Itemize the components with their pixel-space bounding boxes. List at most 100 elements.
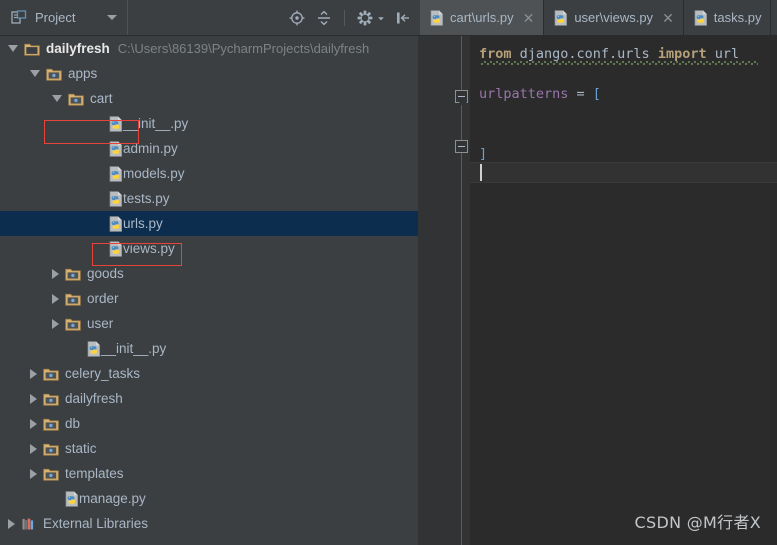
tree-row-label: tests.py — [123, 190, 170, 206]
current-line-highlight — [470, 162, 777, 183]
project-path-label: C:\Users\86139\PycharmProjects\dailyfres… — [117, 41, 370, 56]
project-panel-label: Project — [35, 10, 76, 25]
folder-module-icon — [43, 443, 59, 456]
python-file-icon — [430, 9, 443, 26]
tree-row[interactable]: __init__.py — [0, 111, 420, 136]
chevron-down-icon[interactable] — [8, 45, 18, 52]
python-file-icon — [109, 165, 122, 182]
fold-marker-end-icon[interactable] — [455, 140, 468, 153]
project-window-icon — [10, 9, 28, 27]
tree-row[interactable]: celery_tasks — [0, 361, 420, 386]
editor-tab[interactable]: cart\urls.py ✕ — [420, 0, 545, 35]
chevron-down-icon[interactable] — [107, 15, 117, 20]
tree-row-label: manage.py — [79, 490, 146, 506]
code-line: ] — [479, 144, 487, 164]
chevron-right-icon[interactable] — [30, 443, 37, 454]
tree-row-label: static — [65, 440, 97, 456]
tree-row[interactable]: models.py — [0, 161, 420, 186]
editor-tab-label: cart\urls.py — [450, 10, 514, 25]
project-tree[interactable]: dailyfresh C:\Users\86139\PycharmProjects… — [0, 36, 420, 545]
project-panel-header[interactable]: Project — [0, 0, 128, 35]
tree-row[interactable]: __init__.py — [0, 336, 420, 361]
inspection-warning-underline — [480, 61, 758, 65]
folder-module-icon — [43, 368, 59, 381]
python-file-icon — [109, 240, 122, 257]
tree-row[interactable]: tests.py — [0, 186, 420, 211]
tree-row-label: apps — [68, 65, 98, 81]
editor-gutter[interactable] — [420, 36, 470, 545]
folder-module-icon — [43, 468, 59, 481]
chevron-right-icon[interactable] — [30, 368, 37, 379]
python-file-icon — [109, 140, 122, 157]
tree-row-label: cart — [90, 90, 113, 106]
close-icon[interactable]: ✕ — [523, 11, 535, 25]
tree-row-label: dailyfresh — [65, 390, 123, 406]
tree-row[interactable]: db — [0, 411, 420, 436]
tree-row-label: templates — [65, 465, 124, 481]
tree-row-label: External Libraries — [43, 515, 149, 531]
chevron-right-icon[interactable] — [52, 293, 59, 304]
project-panel-toolbar: Project — [0, 0, 420, 36]
locate-file-icon[interactable] — [288, 9, 306, 27]
tree-row-label: urls.py — [123, 215, 163, 231]
tree-row-label: user — [87, 315, 114, 331]
python-file-icon — [109, 215, 122, 232]
code-token: = — [568, 86, 593, 102]
folder-module-icon — [43, 418, 59, 431]
collapse-all-icon[interactable] — [315, 9, 333, 27]
chevron-down-icon[interactable] — [52, 95, 62, 102]
gear-dropdown-chevron-icon[interactable] — [377, 9, 385, 27]
code-token: ] — [479, 146, 488, 162]
settings-gear-icon[interactable] — [356, 9, 374, 27]
chevron-right-icon[interactable] — [30, 418, 37, 429]
python-file-icon — [109, 115, 122, 132]
tree-row[interactable]: dailyfresh C:\Users\86139\PycharmProjects… — [0, 36, 420, 61]
code-token: [ — [592, 86, 601, 102]
tree-row[interactable]: apps — [0, 61, 420, 86]
folder-module-icon — [65, 318, 81, 331]
tree-row[interactable]: templates — [0, 461, 420, 486]
code-editor[interactable]: from django.conf.urls import url urlpatte… — [420, 36, 777, 545]
editor-tab[interactable]: user\views.py ✕ — [544, 0, 684, 35]
tree-row-label: order — [87, 290, 119, 306]
close-icon[interactable]: ✕ — [662, 11, 674, 25]
top-bar: Project cart\urls.py ✕ user\views.py ✕ t… — [0, 0, 777, 36]
code-token: import — [657, 46, 707, 62]
chevron-right-icon[interactable] — [52, 268, 59, 279]
chevron-right-icon[interactable] — [30, 393, 37, 404]
main-area: dailyfresh C:\Users\86139\PycharmProjects… — [0, 36, 777, 545]
tree-row-label: admin.py — [123, 140, 178, 156]
tree-row[interactable]: admin.py — [0, 136, 420, 161]
tree-row[interactable]: dailyfresh — [0, 386, 420, 411]
text-caret — [480, 164, 482, 181]
folder-module-icon — [65, 293, 81, 306]
folder-module-icon — [43, 393, 59, 406]
code-content[interactable]: from django.conf.urls import url urlpatte… — [470, 36, 777, 545]
tree-row[interactable]: user — [0, 311, 420, 336]
external-libraries-icon — [22, 518, 34, 529]
tree-row-label: __init__.py — [101, 340, 167, 356]
toolbar-actions — [288, 0, 420, 35]
tree-row[interactable]: goods — [0, 261, 420, 286]
tree-row[interactable]: views.py — [0, 236, 420, 261]
tree-row[interactable]: urls.py — [0, 211, 420, 236]
python-file-icon — [65, 490, 78, 507]
tree-row-label: celery_tasks — [65, 365, 141, 381]
fold-marker-start-icon[interactable] — [455, 90, 468, 107]
chevron-right-icon[interactable] — [8, 518, 15, 529]
hide-panel-icon[interactable] — [394, 9, 412, 27]
tree-row[interactable]: order — [0, 286, 420, 311]
tree-row[interactable]: static — [0, 436, 420, 461]
chevron-right-icon[interactable] — [30, 468, 37, 479]
tree-row[interactable]: manage.py — [0, 486, 420, 511]
tree-row-label: models.py — [123, 165, 185, 181]
chevron-down-icon[interactable] — [30, 70, 40, 77]
tree-row-label: db — [65, 415, 81, 431]
editor-tab-bar: cart\urls.py ✕ user\views.py ✕ tasks.py — [420, 0, 777, 36]
tree-row[interactable]: External Libraries — [0, 511, 420, 536]
python-file-icon — [554, 9, 568, 26]
tree-row[interactable]: cart — [0, 86, 420, 111]
editor-tab[interactable]: tasks.py — [683, 0, 772, 35]
tree-row-label: __init__.py — [123, 115, 189, 131]
chevron-right-icon[interactable] — [52, 318, 59, 329]
